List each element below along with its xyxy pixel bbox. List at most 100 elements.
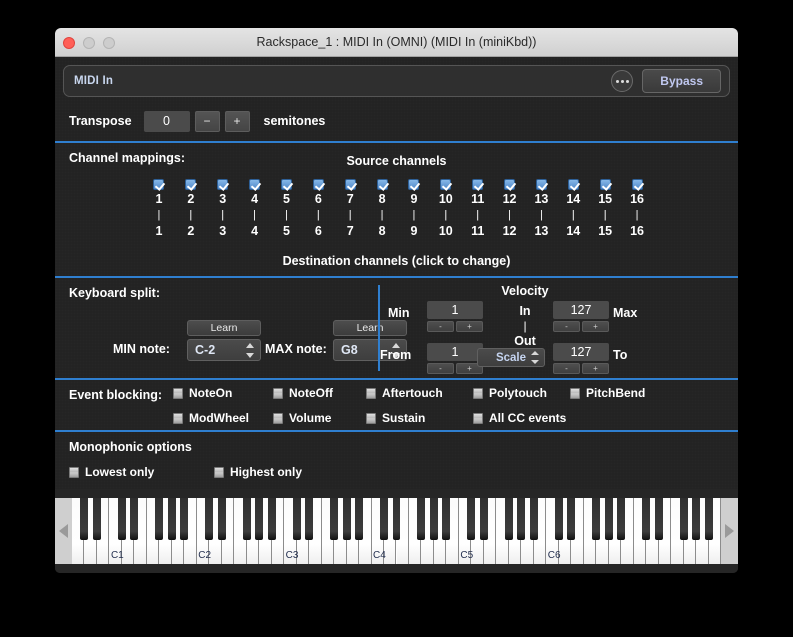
- black-key[interactable]: [217, 498, 226, 540]
- velocity-max-decrement[interactable]: -: [553, 321, 580, 332]
- black-key[interactable]: [642, 498, 651, 540]
- channel-enable-checkbox[interactable]: [334, 179, 366, 190]
- checkbox-option[interactable]: ModWheel: [173, 411, 273, 425]
- black-key[interactable]: [342, 498, 351, 540]
- destination-channel-number[interactable]: 6: [302, 223, 334, 240]
- black-key[interactable]: [92, 498, 101, 540]
- checkbox-option[interactable]: Aftertouch: [366, 386, 473, 400]
- checkbox-option[interactable]: Polytouch: [473, 386, 570, 400]
- destination-channel-number[interactable]: 3: [207, 223, 239, 240]
- velocity-from-value[interactable]: 1: [427, 343, 483, 361]
- black-key[interactable]: [429, 498, 438, 540]
- black-key[interactable]: [330, 498, 339, 540]
- destination-channel-number[interactable]: 8: [366, 223, 398, 240]
- channel-enable-checkbox[interactable]: [398, 179, 430, 190]
- transpose-increment-button[interactable]: +: [224, 110, 250, 132]
- black-key[interactable]: [292, 498, 301, 540]
- destination-channel-number[interactable]: 14: [557, 223, 589, 240]
- black-key[interactable]: [517, 498, 526, 540]
- destination-channel-number[interactable]: 7: [334, 223, 366, 240]
- destination-channel-number[interactable]: 4: [239, 223, 271, 240]
- black-key[interactable]: [242, 498, 251, 540]
- velocity-min-value[interactable]: 1: [427, 301, 483, 319]
- black-key[interactable]: [529, 498, 538, 540]
- piano-keyboard[interactable]: C1 C2 C3 C4 C5 C6: [55, 498, 738, 564]
- black-key[interactable]: [654, 498, 663, 540]
- destination-channel-number[interactable]: 5: [271, 223, 303, 240]
- black-key[interactable]: [117, 498, 126, 540]
- channel-enable-checkbox[interactable]: [526, 179, 558, 190]
- black-key[interactable]: [617, 498, 626, 540]
- keyboard-scroll-left[interactable]: [55, 498, 72, 564]
- channel-enable-checkbox[interactable]: [589, 179, 621, 190]
- velocity-from-decrement[interactable]: -: [427, 363, 454, 374]
- channel-enable-checkbox[interactable]: [462, 179, 494, 190]
- black-key[interactable]: [479, 498, 488, 540]
- destination-channel-number[interactable]: 10: [430, 223, 462, 240]
- destination-channel-number[interactable]: 16: [621, 223, 653, 240]
- channel-enable-checkbox[interactable]: [430, 179, 462, 190]
- channel-enable-checkbox[interactable]: [143, 179, 175, 190]
- velocity-to-increment[interactable]: +: [582, 363, 609, 374]
- piano-keys[interactable]: C1 C2 C3 C4 C5 C6: [72, 498, 721, 564]
- channel-enable-checkbox[interactable]: [207, 179, 239, 190]
- channel-enable-checkbox[interactable]: [366, 179, 398, 190]
- checkbox-option[interactable]: Volume: [273, 411, 366, 425]
- destination-channel-number[interactable]: 9: [398, 223, 430, 240]
- black-key[interactable]: [679, 498, 688, 540]
- black-key[interactable]: [155, 498, 164, 540]
- black-key[interactable]: [355, 498, 364, 540]
- black-key[interactable]: [554, 498, 563, 540]
- ellipsis-icon[interactable]: [611, 70, 634, 92]
- checkbox-option[interactable]: Lowest only: [69, 465, 214, 479]
- velocity-max-increment[interactable]: +: [582, 321, 609, 332]
- channel-enable-checkbox[interactable]: [621, 179, 653, 190]
- black-key[interactable]: [305, 498, 314, 540]
- velocity-max-value[interactable]: 127: [553, 301, 609, 319]
- minimize-button[interactable]: [83, 37, 95, 49]
- black-key[interactable]: [504, 498, 513, 540]
- black-key[interactable]: [130, 498, 139, 540]
- black-key[interactable]: [442, 498, 451, 540]
- velocity-min-increment[interactable]: +: [456, 321, 483, 332]
- learn-min-note-button[interactable]: Learn: [187, 320, 261, 336]
- velocity-curve-select[interactable]: Scale: [477, 348, 545, 367]
- black-key[interactable]: [467, 498, 476, 540]
- black-key[interactable]: [417, 498, 426, 540]
- destination-channel-number[interactable]: 12: [494, 223, 526, 240]
- channel-enable-checkbox[interactable]: [557, 179, 589, 190]
- transpose-decrement-button[interactable]: −: [194, 110, 220, 132]
- learn-max-note-button[interactable]: Learn: [333, 320, 407, 336]
- destination-channel-number[interactable]: 11: [462, 223, 494, 240]
- keyboard-scroll-right[interactable]: [721, 498, 738, 564]
- checkbox-option[interactable]: Sustain: [366, 411, 473, 425]
- black-key[interactable]: [380, 498, 388, 540]
- velocity-to-value[interactable]: 127: [553, 343, 609, 361]
- black-key[interactable]: [604, 498, 613, 540]
- channel-enable-checkbox[interactable]: [302, 179, 334, 190]
- checkbox-option[interactable]: All CC events: [473, 411, 593, 425]
- black-key[interactable]: [692, 498, 701, 540]
- channel-enable-checkbox[interactable]: [271, 179, 303, 190]
- checkbox-option[interactable]: NoteOff: [273, 386, 366, 400]
- black-key[interactable]: [255, 498, 264, 540]
- checkbox-option[interactable]: PitchBend: [570, 386, 665, 400]
- destination-channel-number[interactable]: 13: [526, 223, 558, 240]
- channel-enable-checkbox[interactable]: [494, 179, 526, 190]
- destination-channel-number[interactable]: 1: [143, 223, 175, 240]
- black-key[interactable]: [80, 498, 89, 540]
- channel-enable-checkbox[interactable]: [239, 179, 271, 190]
- destination-channel-number[interactable]: 15: [589, 223, 621, 240]
- checkbox-option[interactable]: Highest only: [214, 465, 344, 479]
- black-key[interactable]: [567, 498, 576, 540]
- bypass-button[interactable]: Bypass: [642, 69, 721, 93]
- velocity-min-decrement[interactable]: -: [427, 321, 454, 332]
- velocity-to-decrement[interactable]: -: [553, 363, 580, 374]
- black-key[interactable]: [167, 498, 176, 540]
- black-key[interactable]: [267, 498, 276, 540]
- black-key[interactable]: [205, 498, 214, 540]
- channel-enable-checkbox[interactable]: [175, 179, 207, 190]
- black-key[interactable]: [180, 498, 189, 540]
- black-key[interactable]: [704, 498, 713, 540]
- close-button[interactable]: [63, 37, 75, 49]
